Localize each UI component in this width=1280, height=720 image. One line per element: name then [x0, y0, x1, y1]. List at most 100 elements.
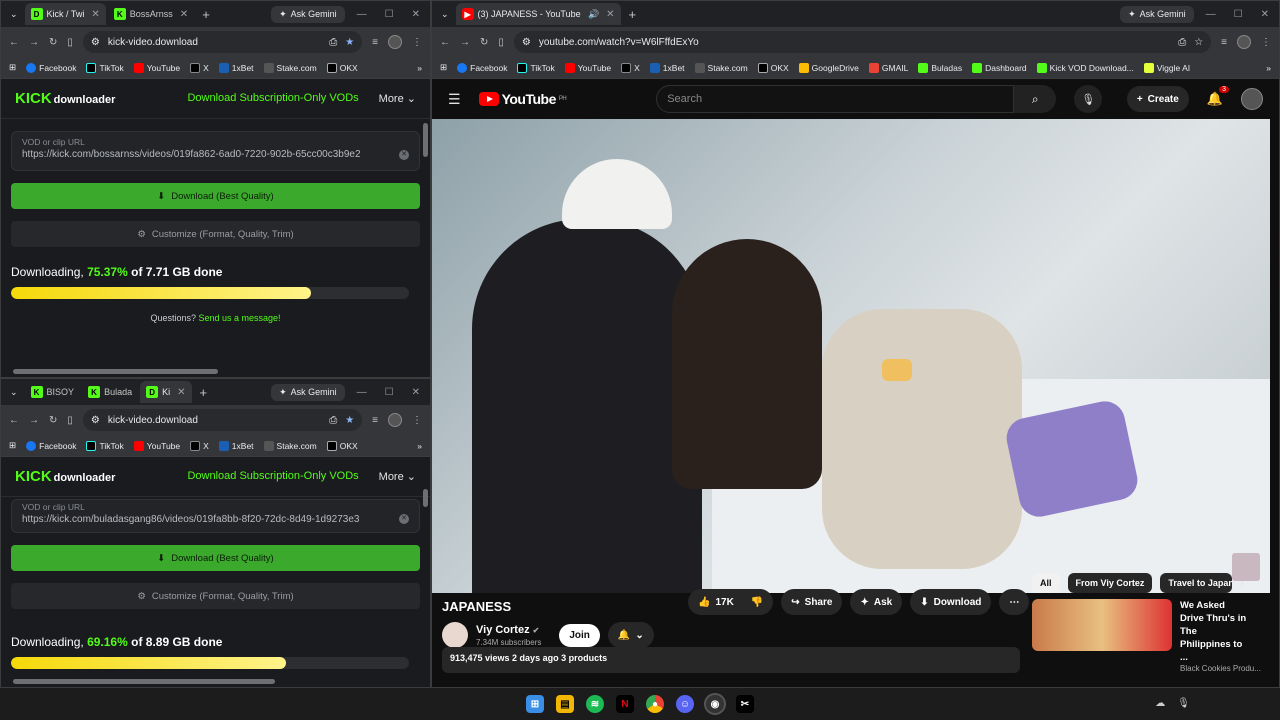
bookmark-1xbet[interactable]: 1xBet	[218, 440, 254, 451]
site-info-icon[interactable]: ⚙	[91, 37, 100, 48]
tab-kick-twi[interactable]: D Kick / Twi ✕	[24, 3, 106, 25]
clear-input-icon[interactable]: ✕	[399, 514, 409, 524]
download-button[interactable]: ⬇ Download	[910, 589, 992, 615]
chrome-icon[interactable]: ●	[646, 695, 664, 713]
forward-icon[interactable]: →	[29, 415, 39, 426]
subscribed-bell-button[interactable]: 🔔 ⌄	[607, 622, 654, 648]
customize-button[interactable]: ⚙ Customize (Format, Quality, Trim)	[11, 583, 420, 609]
more-bookmarks-icon[interactable]: »	[1266, 63, 1271, 73]
hamburger-menu-icon[interactable]: ☰	[448, 91, 461, 108]
new-tab-button[interactable]: +	[194, 385, 214, 400]
bookmark-youtube[interactable]: YouTube	[133, 62, 180, 73]
bookmark-okx[interactable]: OKX	[326, 440, 358, 451]
kick-downloader-logo[interactable]: KICK downloader	[15, 468, 115, 485]
media-icon[interactable]: ≡	[1221, 37, 1227, 48]
customize-button[interactable]: ⚙ Customize (Format, Quality, Trim)	[11, 221, 420, 247]
thumbs-down-icon[interactable]: 👎	[751, 597, 763, 608]
profile-avatar[interactable]	[388, 35, 402, 49]
share-button[interactable]: ↪ Share	[781, 589, 843, 615]
back-icon[interactable]: ←	[9, 37, 19, 48]
minimize-icon[interactable]: —	[1206, 9, 1216, 20]
bookmark-youtube[interactable]: YouTube	[133, 440, 180, 451]
media-icon[interactable]: ≡	[372, 37, 378, 48]
forward-icon[interactable]: →	[460, 37, 470, 48]
menu-icon[interactable]: ⋮	[412, 37, 422, 48]
site-info-icon[interactable]: ⚙	[522, 37, 531, 48]
profile-avatar[interactable]	[388, 413, 402, 427]
spotify-icon[interactable]: ≋	[586, 695, 604, 713]
windows-start-icon[interactable]: ⊞	[526, 695, 544, 713]
close-window-icon[interactable]: ✕	[412, 9, 420, 20]
bookmark-facebook[interactable]: Facebook	[26, 62, 76, 73]
close-window-icon[interactable]: ✕	[412, 387, 420, 398]
bookmark-1xbet[interactable]: 1xBet	[649, 62, 685, 73]
channel-name[interactable]: Viy Cortez ✔	[476, 624, 541, 636]
discord-icon[interactable]: ☺	[676, 695, 694, 713]
kick-downloader-logo[interactable]: KICK downloader	[15, 90, 115, 107]
more-bookmarks-icon[interactable]: »	[417, 441, 422, 451]
recommended-video[interactable]: We Asked Drive Thru's in The Philippines…	[1032, 599, 1261, 673]
tab-search-icon[interactable]: ⌄	[5, 9, 23, 20]
send-message-link[interactable]: Send us a message!	[198, 313, 280, 323]
bookmark-1xbet[interactable]: 1xBet	[218, 62, 254, 73]
bookmark-star-icon[interactable]: ★	[345, 37, 354, 48]
create-button[interactable]: + Create	[1126, 86, 1189, 112]
close-tab-icon[interactable]: ✕	[177, 387, 185, 398]
new-tab-button[interactable]: +	[196, 7, 216, 22]
subscription-vods-link[interactable]: Download Subscription-Only VODs	[187, 470, 358, 483]
tab-bossarnss[interactable]: K BossArnss ✕	[108, 3, 194, 25]
notifications-button[interactable]: 🔔 3	[1207, 86, 1229, 107]
install-icon[interactable]: ⎙	[329, 37, 337, 48]
menu-icon[interactable]: ⋮	[412, 415, 422, 426]
apps-icon[interactable]: ⊞	[9, 440, 16, 451]
bookmark-googledrive[interactable]: GoogleDrive	[798, 62, 859, 73]
address-bar[interactable]: ⚙ kick-video.download ⎙ ★	[82, 31, 363, 53]
tab-bulada[interactable]: K Bulada	[82, 381, 138, 403]
close-tab-icon[interactable]: ✕	[606, 9, 614, 20]
clear-input-icon[interactable]: ✕	[399, 150, 409, 160]
tab-search-icon[interactable]: ⌄	[5, 387, 23, 398]
split-view-icon[interactable]: ▯	[67, 415, 73, 426]
back-icon[interactable]: ←	[440, 37, 450, 48]
address-bar[interactable]: ⚙ youtube.com/watch?v=W6lFffdExYo ⎙ ☆	[513, 31, 1212, 53]
close-window-icon[interactable]: ✕	[1261, 9, 1269, 20]
youtube-logo[interactable]: YouTube PH	[478, 91, 567, 107]
bookmark-x[interactable]: X	[190, 440, 209, 451]
horizontal-scrollbar[interactable]	[13, 369, 218, 374]
tab-youtube[interactable]: ▶ (3) JAPANESS - YouTube 🔊 ✕	[455, 3, 621, 25]
address-bar[interactable]: ⚙ kick-video.download ⎙ ★	[82, 409, 363, 431]
bookmark-dashboard[interactable]: Dashboard	[972, 62, 1027, 73]
back-icon[interactable]: ←	[9, 415, 19, 426]
site-info-icon[interactable]: ⚙	[91, 415, 100, 426]
split-view-icon[interactable]: ▯	[67, 37, 73, 48]
bookmark-tiktok[interactable]: TikTok	[86, 62, 124, 73]
vertical-scrollbar[interactable]	[423, 123, 428, 157]
like-button[interactable]: 👍 17K 👎	[688, 589, 774, 615]
bookmark-tiktok[interactable]: TikTok	[86, 440, 124, 451]
bookmark-gmail[interactable]: GMAIL	[868, 62, 908, 73]
apps-icon[interactable]: ⊞	[9, 62, 16, 73]
tab-kick-downloader[interactable]: D Ki ✕	[140, 381, 192, 403]
ask-button[interactable]: ✦ Ask	[850, 589, 903, 615]
bookmark-youtube[interactable]: YouTube	[564, 62, 611, 73]
close-tab-icon[interactable]: ✕	[91, 9, 99, 20]
minimize-icon[interactable]: —	[357, 9, 367, 20]
vod-url-input[interactable]: VOD or clip URL https://kick.com/bossarn…	[11, 131, 420, 171]
network-icon[interactable]: ☁	[1155, 698, 1165, 709]
bookmark-buladas[interactable]: Buladas	[918, 62, 962, 73]
voice-search-button[interactable]: 🎙	[1074, 85, 1103, 113]
more-menu[interactable]: More ⌄	[379, 92, 416, 105]
ask-gemini-button[interactable]: ✦ Ask Gemini	[271, 5, 345, 23]
bookmark-facebook[interactable]: Facebook	[26, 440, 76, 451]
chevron-right-icon[interactable]: ›	[1240, 576, 1244, 590]
bookmark-tiktok[interactable]: TikTok	[517, 62, 555, 73]
bookmark-x[interactable]: X	[190, 62, 209, 73]
chip-from-channel[interactable]: From Viy Cortez	[1067, 573, 1153, 593]
reload-icon[interactable]: ↻	[49, 415, 57, 426]
bookmark-viggle[interactable]: Viggle AI	[1143, 62, 1190, 73]
subscription-vods-link[interactable]: Download Subscription-Only VODs	[187, 92, 358, 105]
more-bookmarks-icon[interactable]: »	[417, 63, 422, 73]
split-view-icon[interactable]: ▯	[498, 37, 504, 48]
forward-icon[interactable]: →	[29, 37, 39, 48]
join-button[interactable]: Join	[559, 623, 600, 647]
